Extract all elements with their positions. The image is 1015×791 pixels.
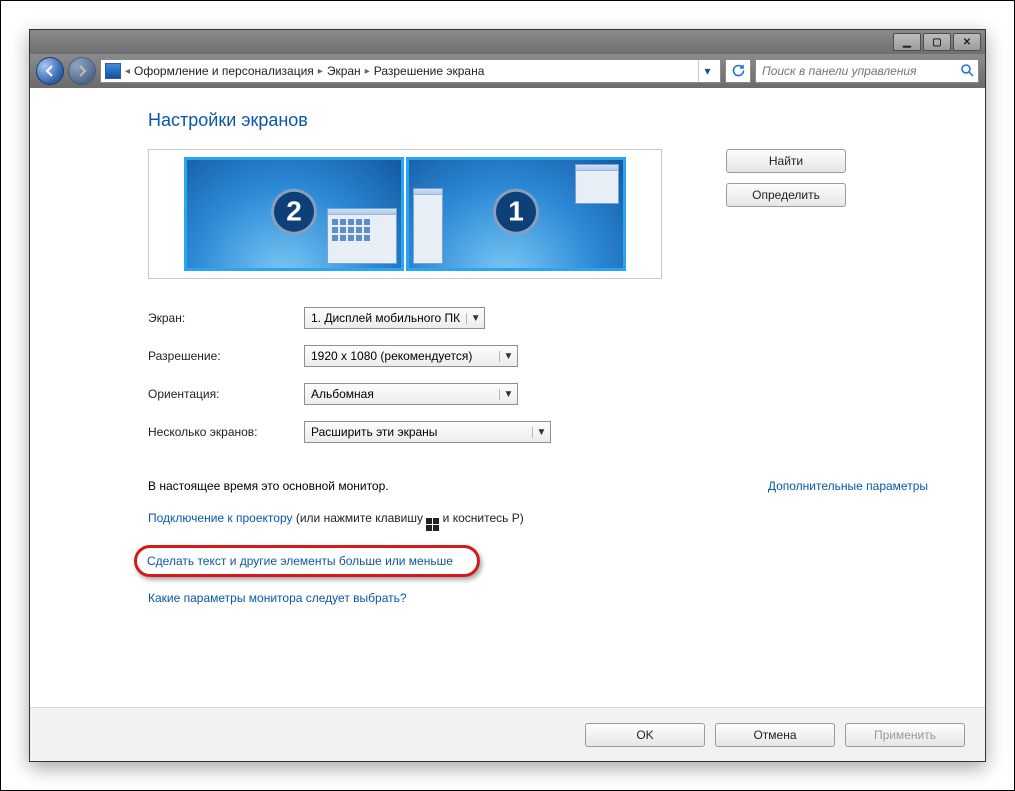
- orientation-select[interactable]: Альбомная ▼: [304, 383, 518, 405]
- chevron-down-icon: ▼: [466, 313, 484, 324]
- search-input[interactable]: [760, 63, 956, 79]
- titlebar: ▁ ▢ ✕: [30, 30, 985, 54]
- orientation-label: Ориентация:: [148, 387, 304, 401]
- search-box[interactable]: [755, 59, 979, 83]
- cancel-button[interactable]: Отмена: [715, 723, 835, 747]
- multi-label: Несколько экранов:: [148, 425, 304, 439]
- content-area: Настройки экранов 2 1: [30, 88, 985, 707]
- chevron-down-icon: ▼: [532, 427, 550, 438]
- advanced-settings-link[interactable]: Дополнительные параметры: [768, 479, 928, 493]
- maximize-button[interactable]: ▢: [923, 33, 951, 51]
- text-size-link[interactable]: Сделать текст и другие элементы больше и…: [147, 554, 453, 568]
- primary-monitor-note: В настоящее время это основной монитор.: [148, 479, 389, 493]
- resolution-select[interactable]: 1920 x 1080 (рекомендуется) ▼: [304, 345, 518, 367]
- outer-frame: ▁ ▢ ✕ ◂ Оформление и персонализация ▸ Эк…: [0, 0, 1015, 791]
- identify-button[interactable]: Определить: [726, 183, 846, 207]
- display-tile-2[interactable]: 2: [184, 157, 404, 271]
- refresh-button[interactable]: [725, 59, 751, 83]
- projector-row: Подключение к проектору (или нажмите кла…: [148, 511, 985, 531]
- resolution-label: Разрешение:: [148, 349, 304, 363]
- close-button[interactable]: ✕: [953, 33, 981, 51]
- multi-select-value: Расширить эти экраны: [305, 425, 443, 439]
- arrow-right-icon: [75, 64, 89, 78]
- close-icon: ✕: [963, 37, 971, 48]
- windows-key-icon: [426, 518, 439, 531]
- display-select[interactable]: 1. Дисплей мобильного ПК ▼: [304, 307, 485, 329]
- display-label: Экран:: [148, 311, 304, 325]
- window: ▁ ▢ ✕ ◂ Оформление и персонализация ▸ Эк…: [29, 29, 986, 762]
- detect-button[interactable]: Найти: [726, 149, 846, 173]
- minimize-button[interactable]: ▁: [893, 33, 921, 51]
- display-select-value: 1. Дисплей мобильного ПК: [305, 311, 466, 325]
- breadcrumb-level3[interactable]: Разрешение экрана: [374, 64, 485, 78]
- breadcrumb[interactable]: ◂ Оформление и персонализация ▸ Экран ▸ …: [100, 59, 721, 83]
- control-panel-icon: [105, 63, 121, 79]
- arrow-left-icon: [43, 64, 57, 78]
- display-number: 2: [271, 189, 317, 235]
- minimize-icon: ▁: [903, 37, 911, 48]
- maximize-icon: ▢: [932, 37, 941, 48]
- chevron-down-icon: ▼: [499, 389, 517, 400]
- projector-link[interactable]: Подключение к проектору: [148, 511, 293, 525]
- address-dropdown[interactable]: ▾: [698, 60, 716, 82]
- display-tile-1[interactable]: 1: [406, 157, 626, 271]
- resolution-select-value: 1920 x 1080 (рекомендуется): [305, 349, 478, 363]
- chevron-right-icon: ▸: [318, 66, 323, 77]
- refresh-icon: [731, 64, 745, 78]
- chevron-right-icon: ◂: [125, 66, 130, 77]
- settings-form: Экран: 1. Дисплей мобильного ПК ▼ Разреш…: [148, 307, 985, 459]
- ok-button[interactable]: OK: [585, 723, 705, 747]
- breadcrumb-level2[interactable]: Экран: [327, 64, 361, 78]
- chevron-down-icon: ▼: [499, 351, 517, 362]
- page-title: Настройки экранов: [148, 110, 985, 131]
- highlighted-link-box: Сделать текст и другие элементы больше и…: [134, 545, 480, 577]
- footer: OK Отмена Применить: [30, 707, 985, 761]
- displays-preview[interactable]: 2 1: [148, 149, 662, 279]
- navbar: ◂ Оформление и персонализация ▸ Экран ▸ …: [30, 54, 985, 88]
- forward-button[interactable]: [68, 57, 96, 85]
- search-icon: [960, 63, 974, 80]
- multi-select[interactable]: Расширить эти экраны ▼: [304, 421, 551, 443]
- which-settings-link[interactable]: Какие параметры монитора следует выбрать…: [148, 591, 407, 605]
- display-number: 1: [493, 189, 539, 235]
- back-button[interactable]: [36, 57, 64, 85]
- apply-button[interactable]: Применить: [845, 723, 965, 747]
- chevron-right-icon: ▸: [365, 66, 370, 77]
- breadcrumb-level1[interactable]: Оформление и персонализация: [134, 64, 314, 78]
- orientation-select-value: Альбомная: [305, 387, 380, 401]
